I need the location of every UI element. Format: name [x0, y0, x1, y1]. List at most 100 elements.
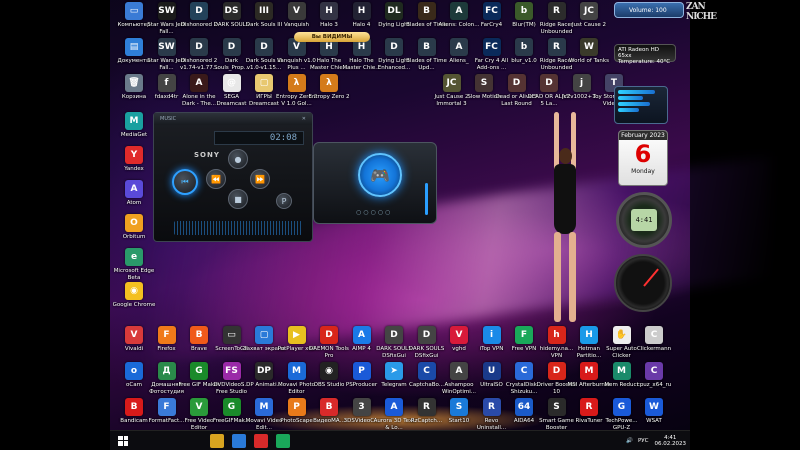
app-icon: B: [417, 38, 436, 56]
app-icon: M: [612, 362, 631, 380]
digital-clock-gadget[interactable]: 4:41: [616, 192, 672, 248]
playstation-button[interactable]: P: [276, 193, 292, 209]
media-player-window[interactable]: MUSIC ✕ 02:08 SONY ⏮ ⏪ ● ■ ⏩ P: [153, 112, 313, 242]
desktop-icon[interactable]: e Microsoft Edge Beta: [112, 248, 156, 286]
figure-dress: [554, 164, 576, 234]
stop-button[interactable]: ■: [228, 189, 248, 209]
app-icon: R: [547, 38, 566, 56]
taskbar-app-icon[interactable]: [232, 433, 246, 448]
calendar-day: 6: [634, 140, 652, 168]
app-icon: V: [190, 398, 208, 416]
wallpaper-figure: [540, 112, 590, 332]
app-icon: JC: [442, 74, 461, 92]
taskbar-clock[interactable]: 4:41 06.02.2023: [655, 435, 687, 448]
app-icon: M: [287, 362, 306, 380]
rewind-icon: ⏪: [211, 174, 221, 184]
rewind-button[interactable]: ⏪: [206, 169, 226, 189]
calendar-weekday: Monday: [631, 168, 655, 175]
app-icon: f: [157, 74, 176, 92]
calendar-gadget[interactable]: February 2023 6 Monday: [618, 130, 668, 186]
app-icon: ▶: [287, 326, 306, 344]
app-icon: D: [385, 326, 403, 344]
desktop-icon-label: WSAT: [646, 418, 662, 424]
desktop-icon[interactable]: ◉ Google Chrome: [112, 282, 156, 320]
app-icon: i: [482, 326, 501, 344]
app-icon: S: [450, 398, 468, 416]
stop-icon: ■: [234, 194, 242, 204]
app-icon: λ: [287, 74, 306, 92]
speaker-icon[interactable]: 🔊: [626, 438, 633, 444]
top-button[interactable]: ●: [228, 149, 248, 169]
gamepad-icon: 🎮: [370, 165, 390, 185]
desktop-icon[interactable]: λ Entropy Zero 2: [307, 74, 351, 112]
app-icon: b: [515, 2, 533, 20]
app-icon: V: [450, 326, 468, 344]
windows-logo-icon: [118, 435, 123, 440]
figure-head: [559, 148, 572, 164]
desktop-icon[interactable]: Ccpuz_x64_ru: [632, 362, 676, 400]
app-icon: A: [352, 326, 371, 344]
app-icon: A: [450, 38, 468, 56]
figure-arm: [554, 112, 559, 172]
gamepad-window[interactable]: 🎮 ○○○○○: [313, 142, 437, 224]
gauge-gadget[interactable]: [614, 254, 672, 312]
desktop-icon[interactable]: Y Yandex: [112, 146, 156, 184]
app-icon: j: [572, 74, 591, 92]
app-icon: SW: [157, 2, 176, 20]
gamepad-indicators: ○○○○○: [356, 209, 393, 216]
desktop-icon[interactable]: O Orbitum: [112, 214, 156, 252]
app-icon: C: [645, 326, 663, 344]
start-button[interactable]: [114, 432, 132, 450]
taskbar-app-icon[interactable]: [254, 433, 268, 448]
figure-leg: [554, 232, 561, 322]
meter-bar: [618, 108, 639, 112]
system-tray: 🔊 РУС 4:41 06.02.2023: [626, 432, 686, 450]
taskbar-app-icon[interactable]: [276, 433, 290, 448]
app-icon: D: [222, 38, 241, 56]
app-icon: D: [320, 326, 338, 344]
desktop-icon-label: Just Cause 2: [571, 22, 607, 28]
volume-gadget[interactable]: Volume: 100: [614, 2, 684, 18]
prev-track-button[interactable]: ⏮: [172, 169, 198, 195]
app-icon: b: [515, 38, 533, 56]
app-icon: @: [222, 74, 241, 92]
app-icon: W: [580, 38, 598, 56]
forward-icon: ⏩: [255, 174, 265, 184]
app-icon: G: [222, 398, 241, 416]
circle-icon: ●: [234, 154, 242, 164]
gpu-temperature: Temperature: 40°C: [618, 59, 671, 65]
desktop-icon-label: Atom: [126, 200, 142, 206]
app-icon: e: [125, 248, 143, 266]
desktop-icon[interactable]: M MediaGet: [112, 112, 156, 150]
gamepad-button[interactable]: 🎮: [358, 153, 402, 197]
figure-arm: [571, 112, 576, 172]
previous-icon: ⏮: [181, 177, 189, 186]
language-indicator[interactable]: РУС: [638, 438, 649, 444]
desktop-icon-label: cpuz_x64_ru: [636, 382, 672, 388]
desktop-icon[interactable]: W World of Tanks: [567, 38, 611, 76]
app-icon: В: [320, 398, 338, 416]
app-icon: C: [417, 362, 436, 380]
app-icon: B: [125, 398, 143, 416]
app-icon: D: [190, 38, 208, 56]
app-icon: F: [515, 326, 533, 344]
desktop-icon-label: Google Chrome: [112, 302, 156, 308]
app-icon: F: [157, 398, 176, 416]
desktop-icon[interactable]: JC Just Cause 2: [567, 2, 611, 40]
gpu-temperature-gadget[interactable]: ATI Radeon HD 65xx Temperature: 40°C: [614, 44, 676, 65]
player-titlebar[interactable]: MUSIC ✕: [154, 113, 312, 125]
forward-button[interactable]: ⏩: [250, 169, 270, 189]
close-icon[interactable]: ✕: [302, 116, 306, 122]
player-brand: SONY: [194, 151, 220, 159]
desktop-icon[interactable]: C Clickermann: [632, 326, 676, 364]
desktop-icon[interactable]: A Atom: [112, 180, 156, 218]
app-icon: R: [482, 398, 501, 416]
gauge-needle: [643, 268, 659, 287]
app-icon: λ: [320, 74, 338, 92]
player-title: MUSIC: [160, 116, 177, 122]
taskbar-app-icon[interactable]: [210, 433, 224, 448]
system-meter-gadget[interactable]: [614, 86, 668, 124]
desktop-icon-label: Entropy Zero 2: [308, 94, 350, 100]
side-logo-text: ZAN NICHE: [686, 2, 717, 22]
app-icon: ◉: [125, 282, 143, 300]
